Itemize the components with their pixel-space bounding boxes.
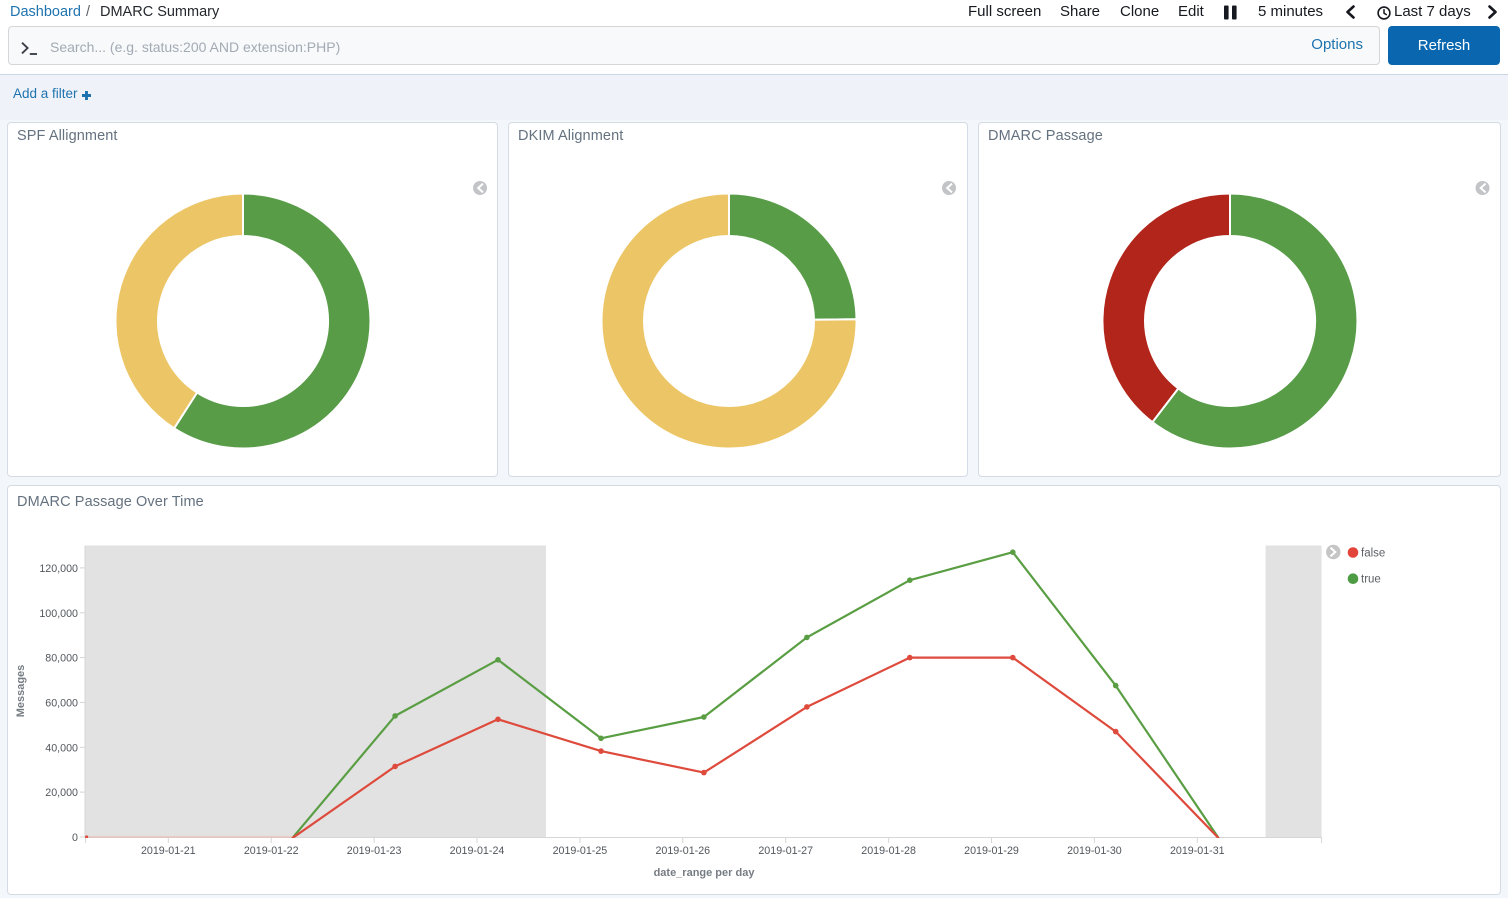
svg-text:2019-01-30: 2019-01-30 <box>1067 845 1122 857</box>
svg-text:40,000: 40,000 <box>45 742 78 754</box>
svg-text:2019-01-23: 2019-01-23 <box>347 845 402 857</box>
svg-text:120,000: 120,000 <box>39 563 78 575</box>
svg-text:Messages: Messages <box>15 665 27 718</box>
svg-text:2019-01-28: 2019-01-28 <box>861 845 916 857</box>
svg-text:date_range per day: date_range per day <box>654 867 756 879</box>
svg-text:false: false <box>1361 548 1385 560</box>
svg-text:0: 0 <box>72 832 78 844</box>
svg-text:2019-01-26: 2019-01-26 <box>655 845 710 857</box>
svg-text:2019-01-24: 2019-01-24 <box>450 845 505 857</box>
svg-text:20,000: 20,000 <box>45 787 78 799</box>
svg-text:2019-01-25: 2019-01-25 <box>553 845 608 857</box>
svg-text:100,000: 100,000 <box>39 608 78 620</box>
svg-text:true: true <box>1361 574 1381 586</box>
svg-text:60,000: 60,000 <box>45 697 78 709</box>
svg-text:2019-01-21: 2019-01-21 <box>141 845 196 857</box>
svg-text:2019-01-22: 2019-01-22 <box>244 845 299 857</box>
svg-text:2019-01-29: 2019-01-29 <box>964 845 1019 857</box>
svg-text:2019-01-31: 2019-01-31 <box>1170 845 1225 857</box>
svg-text:80,000: 80,000 <box>45 653 78 665</box>
svg-text:2019-01-27: 2019-01-27 <box>758 845 813 857</box>
